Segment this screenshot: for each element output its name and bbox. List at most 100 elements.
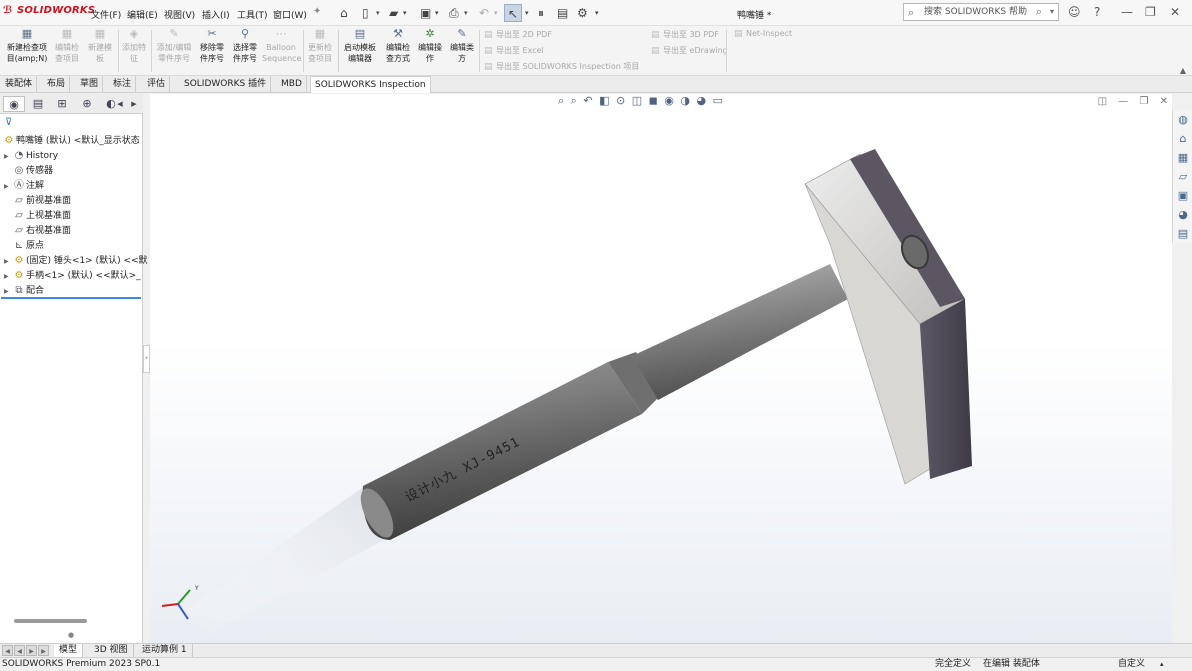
tab-mbd[interactable]: MBD bbox=[277, 76, 307, 93]
first-tab-icon[interactable]: ◀ bbox=[2, 645, 13, 656]
dynamic-annotation-icon[interactable]: ⊙ bbox=[616, 94, 625, 107]
new-inspection-project-button[interactable]: ▦ 新建检查项 目(amp;N) bbox=[4, 28, 50, 64]
edit-class-button[interactable]: ✎ 编辑类方 bbox=[447, 28, 477, 64]
launch-template-editor-button[interactable]: ▤ 启动模板 编辑器 bbox=[340, 28, 380, 64]
apply-scene-icon[interactable]: ◕ bbox=[696, 94, 706, 107]
tree-item-top-plane[interactable]: ▱ 上视基准面 bbox=[4, 208, 71, 223]
property-manager-tab-icon[interactable]: ▤ bbox=[27, 96, 49, 112]
balloon-sequence-button[interactable]: ⋯ Balloon Sequence bbox=[262, 28, 301, 64]
view-close-icon[interactable]: ✕ bbox=[1160, 96, 1168, 107]
new-document-icon[interactable]: ▯ bbox=[362, 4, 369, 22]
export-sw-inspection-button[interactable]: ▤ 导出至 SOLIDWORKS Inspection 项目 bbox=[484, 61, 639, 72]
scenes-icon[interactable]: ◕ bbox=[1175, 207, 1191, 223]
zoom-to-fit-icon[interactable]: ⌕ bbox=[558, 94, 564, 108]
tab-sketch[interactable]: 草图 bbox=[76, 76, 104, 93]
file-explorer-icon[interactable]: ▦ bbox=[1175, 150, 1191, 166]
edit-inspection-method-button[interactable]: ⚒ 编辑检 查方式 bbox=[383, 28, 413, 64]
tree-item-mates[interactable]: ▶ ⧉ 配合 bbox=[4, 283, 44, 298]
tree-item-annotations[interactable]: ▶ Ⓐ 注解 bbox=[4, 178, 44, 193]
display-style-icon[interactable]: ◼ bbox=[649, 94, 658, 107]
coordinate-triad[interactable] bbox=[161, 589, 191, 620]
search-go-icon[interactable]: ⌕ bbox=[1036, 4, 1042, 20]
expand-arrow-icon[interactable]: ▶ bbox=[4, 179, 12, 194]
graphics-area[interactable]: 设计小九 XJ-9451 Y ⌕ ⌕ ↶ ◧ ⊙ ◫ ◼ ◉ ◑ ◕ ▭ ◫ —… bbox=[150, 94, 1172, 643]
view-restore-icon[interactable]: ❐ bbox=[1139, 96, 1148, 107]
appearances-icon[interactable]: ▣ bbox=[1175, 188, 1191, 204]
solidworks-resources-icon[interactable]: ◍ bbox=[1175, 112, 1191, 128]
configuration-manager-tab-icon[interactable]: ⊞ bbox=[51, 96, 73, 112]
expand-arrow-icon[interactable]: ▶ bbox=[4, 269, 12, 284]
close-icon[interactable]: ✕ bbox=[1170, 5, 1180, 19]
save-icon[interactable]: ▣ bbox=[420, 4, 431, 22]
tree-item-origin[interactable]: ⊾ 原点 bbox=[4, 238, 44, 253]
options-gear-icon[interactable]: ⚙ bbox=[577, 4, 588, 22]
home-icon[interactable]: ⌂ bbox=[340, 4, 348, 22]
tab-solidworks-addins[interactable]: SOLIDWORKS 插件 bbox=[180, 76, 272, 93]
view-orientation-icon[interactable]: ◫ bbox=[632, 94, 642, 107]
panel-splitter-icon[interactable]: ● bbox=[68, 631, 74, 639]
tree-item-front-plane[interactable]: ▱ 前视基准面 bbox=[4, 193, 71, 208]
next-tab-icon[interactable]: ▶ bbox=[26, 645, 37, 656]
search-dropdown-icon[interactable]: ▾ bbox=[1050, 4, 1054, 20]
restore-icon[interactable]: ❐ bbox=[1145, 5, 1156, 19]
pin-icon[interactable]: ✦ bbox=[313, 6, 321, 17]
remove-balloon-button[interactable]: ✂ 移除零 件序号 bbox=[197, 28, 227, 64]
open-dropdown-icon[interactable]: ▾ bbox=[403, 4, 407, 22]
tree-item-sensors[interactable]: ◎ 传感器 bbox=[4, 163, 53, 178]
undo-dropdown-icon[interactable]: ▾ bbox=[494, 4, 498, 22]
tree-item-history[interactable]: ▶ ◔ History bbox=[4, 148, 58, 163]
menu-file[interactable]: 文件(F) bbox=[91, 8, 121, 21]
update-project-button[interactable]: ▦ 更新检 查项目 bbox=[305, 28, 335, 64]
export-excel-button[interactable]: ▤ 导出至 Excel bbox=[484, 45, 544, 56]
net-inspect-button[interactable]: ▤ Net-Inspect bbox=[734, 29, 792, 39]
zoom-to-area-icon[interactable]: ⌕ bbox=[571, 94, 577, 108]
prev-tab-icon[interactable]: ◀ bbox=[14, 645, 25, 656]
menu-insert[interactable]: 插入(I) bbox=[202, 8, 230, 21]
export-3d-pdf-button[interactable]: ▤ 导出至 3D PDF bbox=[651, 29, 719, 40]
menu-view[interactable]: 视图(V) bbox=[164, 8, 195, 21]
new-template-button[interactable]: ▦ 新建模板 bbox=[85, 28, 115, 64]
user-account-icon[interactable]: ☺ bbox=[1068, 5, 1081, 19]
tree-item-handle[interactable]: ▶ ⚙ 手柄<1> (默认) <<默认>_ bbox=[4, 268, 141, 283]
open-folder-icon[interactable]: ▰ bbox=[389, 4, 398, 22]
previous-view-icon[interactable]: ↶ bbox=[583, 94, 592, 107]
help-icon[interactable]: ? bbox=[1094, 5, 1100, 19]
tree-item-right-plane[interactable]: ▱ 右视基准面 bbox=[4, 223, 71, 238]
section-view-icon[interactable]: ◧ bbox=[599, 94, 609, 107]
view-palette-icon[interactable]: ▱ bbox=[1175, 169, 1191, 185]
edit-operation-button[interactable]: ✲ 编辑操作 bbox=[415, 28, 445, 64]
edit-appearance-icon[interactable]: ◑ bbox=[680, 94, 690, 107]
undo-icon[interactable]: ↶ bbox=[479, 4, 489, 22]
new-dropdown-icon[interactable]: ▾ bbox=[376, 4, 380, 22]
select-cursor-icon[interactable]: ↖ bbox=[504, 4, 522, 22]
tab-solidworks-inspection[interactable]: SOLIDWORKS Inspection bbox=[310, 76, 431, 93]
print-dropdown-icon[interactable]: ▾ bbox=[464, 4, 468, 22]
panel-scroll-right-icon[interactable]: ▶ bbox=[128, 96, 140, 112]
design-library-icon[interactable]: ⌂ bbox=[1175, 131, 1191, 147]
edit-inspection-project-button[interactable]: ▦ 编辑检 查项目 bbox=[52, 28, 82, 64]
view-settings-icon[interactable]: ▭ bbox=[713, 94, 723, 107]
solidworks-logo[interactable]: ℬ SOLIDWORKS bbox=[3, 5, 95, 16]
view-minimize-icon[interactable]: — bbox=[1118, 96, 1128, 107]
export-2d-pdf-button[interactable]: ▤ 导出至 2D PDF bbox=[484, 29, 552, 40]
select-dropdown-icon[interactable]: ▾ bbox=[525, 4, 529, 22]
tab-motion-study[interactable]: 运动算例 1 bbox=[137, 644, 193, 658]
tab-model[interactable]: 模型 bbox=[54, 644, 84, 658]
last-tab-icon[interactable]: ▶ bbox=[38, 645, 49, 656]
add-edit-balloon-button[interactable]: ✎ 添加/编辑 零件序号 bbox=[153, 28, 195, 64]
tree-item-hammer-head[interactable]: ▶ ⚙ (固定) 锤头<1> (默认) <<默 bbox=[4, 253, 148, 268]
print-icon[interactable]: ⎙ bbox=[449, 4, 459, 22]
help-search-input[interactable]: ⌕ 搜索 SOLIDWORKS 帮助 ⌕ ▾ bbox=[903, 3, 1059, 21]
menu-edit[interactable]: 编辑(E) bbox=[127, 8, 158, 21]
options-dropdown-icon[interactable]: ▾ bbox=[595, 4, 599, 22]
export-edrawing-button[interactable]: ▤ 导出至 eDrawing bbox=[651, 45, 728, 56]
rollback-bar[interactable] bbox=[1, 297, 141, 299]
hammer-model-view[interactable]: 设计小九 XJ-9451 bbox=[150, 94, 1172, 643]
select-balloon-button[interactable]: ⚲ 选择零 件序号 bbox=[230, 28, 260, 64]
status-units[interactable]: 自定义 bbox=[1118, 658, 1145, 671]
menu-tools[interactable]: 工具(T) bbox=[237, 8, 268, 21]
filter-icon[interactable]: ⊽ bbox=[5, 117, 12, 128]
save-dropdown-icon[interactable]: ▾ bbox=[435, 4, 439, 22]
tab-evaluate[interactable]: 评估 bbox=[143, 76, 171, 93]
menu-window[interactable]: 窗口(W) bbox=[273, 8, 307, 21]
